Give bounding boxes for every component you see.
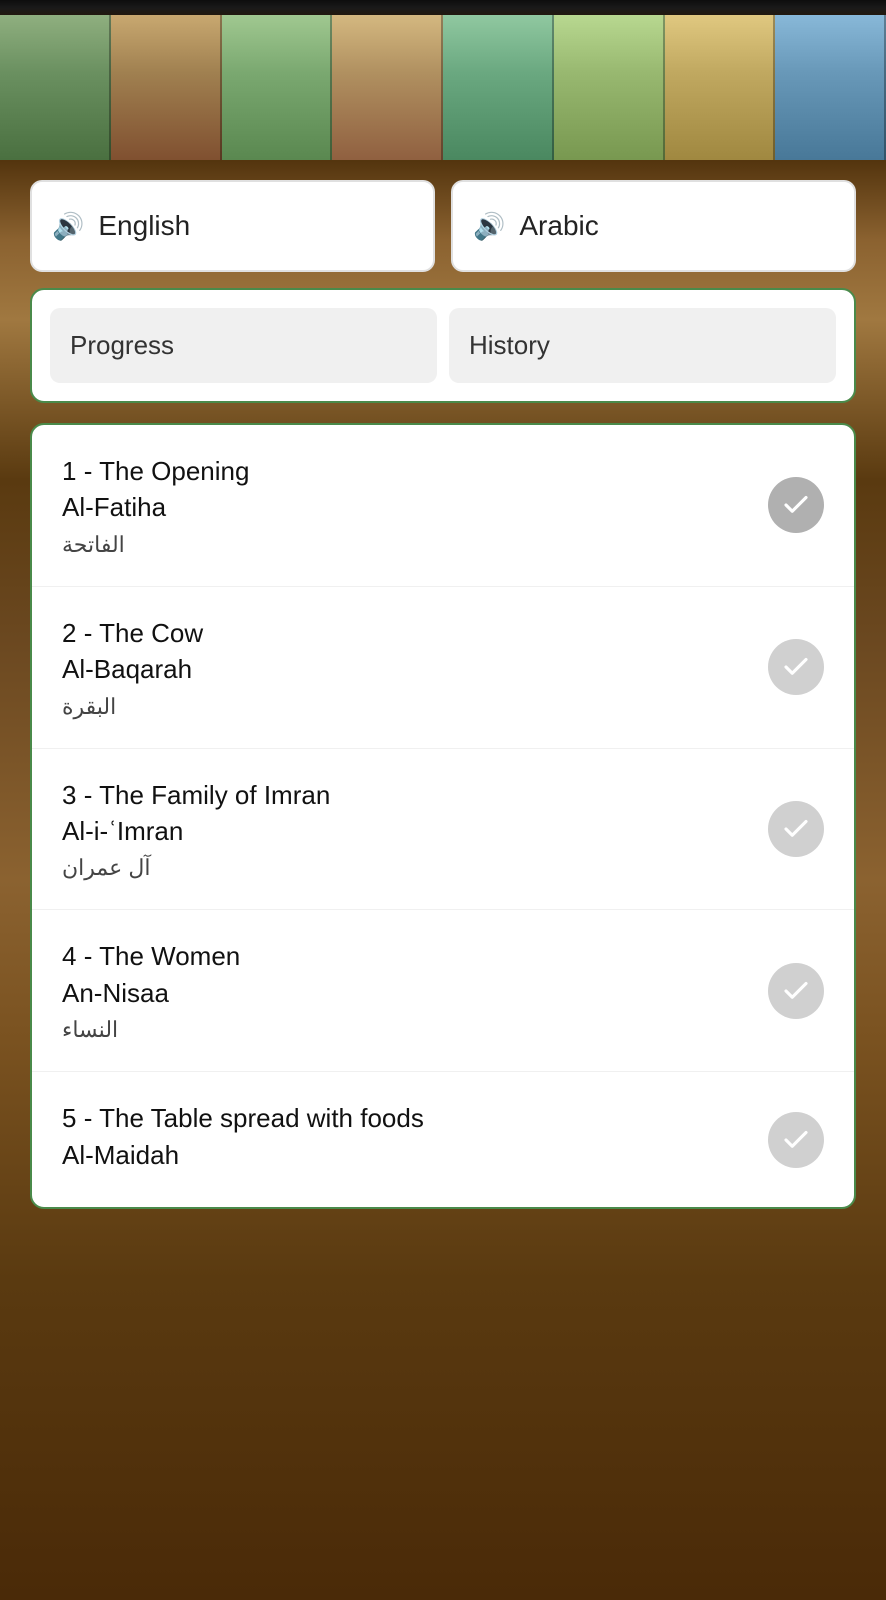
book-spine-5 [443,15,554,160]
surah-item-3[interactable]: 3 - The Family of Imran Al-i-ʿImran آل ع… [32,749,854,911]
check-circle-4 [768,963,824,1019]
surah-item-1[interactable]: 1 - The Opening Al-Fatiha الفاتحة [32,425,854,587]
surah-text-1: 1 - The Opening Al-Fatiha الفاتحة [62,453,752,558]
book-spines [0,0,886,160]
progress-button[interactable]: Progress [50,308,437,383]
arabic-language-button[interactable]: 🔊 Arabic [451,180,856,272]
surah-text-3: 3 - The Family of Imran Al-i-ʿImran آل ع… [62,777,752,882]
language-buttons: 🔊 English 🔊 Arabic [30,180,856,272]
surah-arabic-2: البقرة [62,694,752,720]
progress-label: Progress [70,330,174,360]
speaker-icon-english: 🔊 [52,211,84,242]
check-circle-3 [768,801,824,857]
book-spine-4 [332,15,443,160]
book-spine-7 [665,15,776,160]
surah-text-5: 5 - The Table spread with foods Al-Maida… [62,1100,752,1179]
surah-title-4: 4 - The Women An-Nisaa [62,938,752,1011]
surah-title-5: 5 - The Table spread with foods Al-Maida… [62,1100,752,1173]
surah-title-1: 1 - The Opening Al-Fatiha [62,453,752,526]
arabic-label: Arabic [519,210,598,242]
book-spine-1 [0,15,111,160]
english-label: English [98,210,190,242]
surah-text-4: 4 - The Women An-Nisaa النساء [62,938,752,1043]
check-circle-5 [768,1112,824,1168]
speaker-icon-arabic: 🔊 [473,211,505,242]
surah-item-2[interactable]: 2 - The Cow Al-Baqarah البقرة [32,587,854,749]
bookshelf-header [0,0,886,160]
surah-arabic-4: النساء [62,1017,752,1043]
surah-text-2: 2 - The Cow Al-Baqarah البقرة [62,615,752,720]
book-spine-3 [222,15,333,160]
history-label: History [469,330,550,360]
surah-title-2: 2 - The Cow Al-Baqarah [62,615,752,688]
main-content: 🔊 English 🔊 Arabic Progress History 1 - … [0,160,886,1229]
surah-title-3: 3 - The Family of Imran Al-i-ʿImran [62,777,752,850]
book-spine-2 [111,15,222,160]
check-circle-1 [768,477,824,533]
history-button[interactable]: History [449,308,836,383]
surah-list: 1 - The Opening Al-Fatiha الفاتحة 2 - Th… [30,423,856,1209]
toggle-buttons: Progress History [50,308,836,383]
english-language-button[interactable]: 🔊 English [30,180,435,272]
surah-arabic-3: آل عمران [62,855,752,881]
surah-item-5[interactable]: 5 - The Table spread with foods Al-Maida… [32,1072,854,1207]
toggle-container: Progress History [30,288,856,403]
book-spine-6 [554,15,665,160]
check-circle-2 [768,639,824,695]
surah-arabic-1: الفاتحة [62,532,752,558]
surah-item-4[interactable]: 4 - The Women An-Nisaa النساء [32,910,854,1072]
book-spine-8 [775,15,886,160]
